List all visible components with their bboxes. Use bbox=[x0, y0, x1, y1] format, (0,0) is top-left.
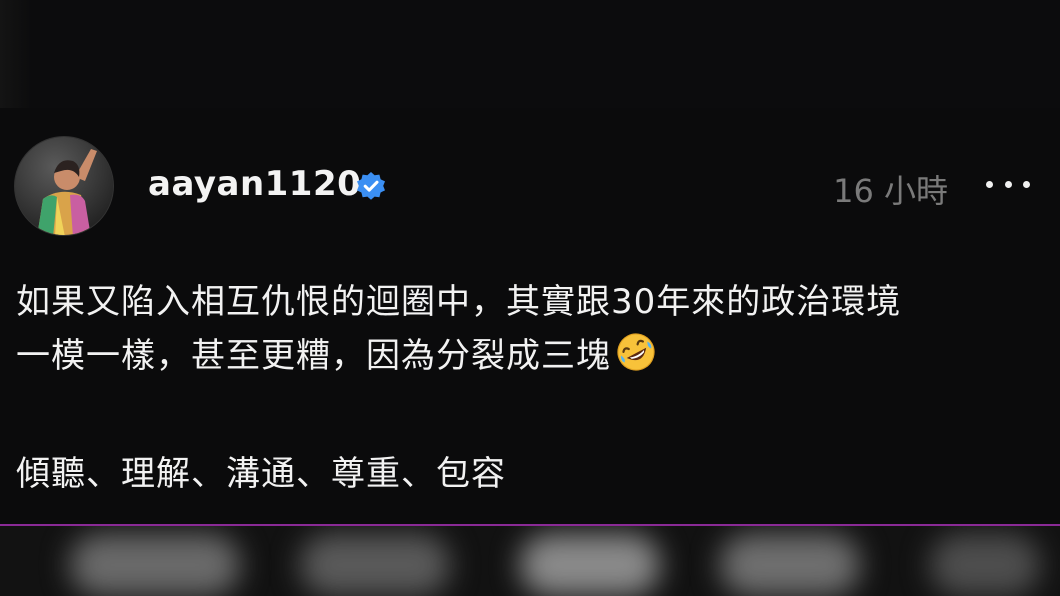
post-timestamp: 16 小時 bbox=[833, 172, 948, 210]
blurred-shape bbox=[720, 534, 860, 596]
verified-badge-icon bbox=[357, 172, 385, 200]
blurred-shape bbox=[930, 534, 1040, 596]
username[interactable]: aayan1120 bbox=[148, 164, 361, 204]
post-text-line: 一模一樣，甚至更糟，因為分裂成三塊 bbox=[16, 336, 611, 376]
threads-post: aayan1120 16 小時 如果又陷入相互仇恨的迴圈中，其實跟30年來的政治… bbox=[0, 108, 1060, 526]
post-text-line: 如果又陷入相互仇恨的迴圈中，其實跟30年來的政治環境 bbox=[16, 282, 902, 322]
post-text-line: 傾聽、理解、溝通、尊重、包容 bbox=[16, 454, 506, 494]
screenshot-frame: aayan1120 16 小時 如果又陷入相互仇恨的迴圈中，其實跟30年來的政治… bbox=[0, 0, 1060, 596]
avatar-image bbox=[15, 137, 113, 235]
blurred-shape bbox=[520, 534, 660, 596]
more-dot-icon bbox=[1023, 180, 1030, 188]
blurred-shape bbox=[70, 534, 240, 596]
avatar[interactable] bbox=[14, 136, 114, 236]
blurred-shape bbox=[300, 534, 450, 596]
post-text-line-with-emoji: 一模一樣，甚至更糟，因為分裂成三塊 bbox=[16, 328, 657, 377]
top-background bbox=[0, 0, 1060, 108]
more-dot-icon bbox=[1004, 180, 1012, 188]
more-dot-icon bbox=[986, 180, 993, 188]
blurred-background-strip bbox=[0, 526, 1060, 596]
rolling-on-floor-laughing-emoji bbox=[617, 333, 655, 371]
more-options-button[interactable] bbox=[986, 166, 1030, 202]
